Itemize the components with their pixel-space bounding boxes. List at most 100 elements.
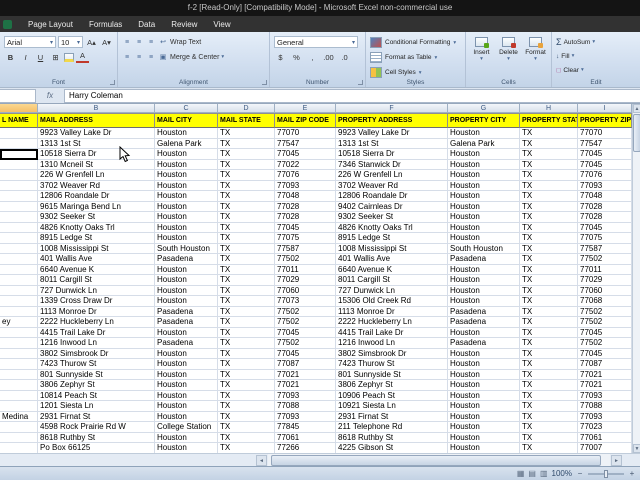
cell-r13c7[interactable]: Pasadena — [448, 254, 520, 265]
cell-r5c7[interactable]: Houston — [448, 170, 520, 181]
field-header-cell[interactable]: PROPERTY CITY — [448, 113, 520, 128]
cell-r3c6[interactable]: 10518 Sierra Dr — [336, 149, 448, 160]
cell-r1c9[interactable]: 77070 — [578, 128, 632, 139]
cell-r12c6[interactable]: 1008 Mississippi St — [336, 243, 448, 254]
cell-r13c2[interactable]: 401 Wallis Ave — [38, 254, 155, 265]
align-left-button[interactable]: ≡ — [122, 54, 132, 61]
cell-r11c9[interactable]: 77075 — [578, 233, 632, 244]
cell-r10c5[interactable]: 77045 — [275, 222, 336, 233]
autosum-button[interactable]: Σ AutoSum ▾ — [556, 35, 636, 49]
cell-r25c4[interactable]: TX — [218, 380, 275, 391]
cell-r17c1[interactable] — [0, 296, 38, 307]
cell-r18c3[interactable]: Pasadena — [155, 306, 218, 317]
cell-r6c2[interactable]: 3702 Weaver Rd — [38, 180, 155, 191]
cell-r4c5[interactable]: 77022 — [275, 159, 336, 170]
cell-r10c6[interactable]: 4826 Knotty Oaks Trl — [336, 222, 448, 233]
cell-r12c3[interactable]: South Houston — [155, 243, 218, 254]
name-box[interactable] — [0, 88, 36, 103]
cell-r24c8[interactable]: TX — [520, 369, 578, 380]
cell-r28c4[interactable]: TX — [218, 411, 275, 422]
cell-r9c3[interactable]: Houston — [155, 212, 218, 223]
fill-button[interactable]: ↓ Fill ▾ — [556, 49, 636, 63]
cell-r18c6[interactable]: 1113 Monroe Dr — [336, 306, 448, 317]
cell-r29c9[interactable]: 77023 — [578, 422, 632, 433]
wrap-text-button[interactable]: Wrap Text — [170, 39, 201, 46]
cell-r6c7[interactable]: Houston — [448, 180, 520, 191]
cell-r2c4[interactable]: TX — [218, 138, 275, 149]
cell-r5c8[interactable]: TX — [520, 170, 578, 181]
cell-r30c2[interactable]: 8618 Ruthby St — [38, 432, 155, 443]
column-header-C[interactable]: C — [155, 104, 218, 112]
cell-styles-button[interactable]: Cell Styles ▾ — [370, 65, 461, 80]
column-header-G[interactable]: G — [448, 104, 520, 112]
cell-r24c9[interactable]: 77021 — [578, 369, 632, 380]
cell-r23c8[interactable]: TX — [520, 359, 578, 370]
number-format-button-4[interactable]: .0 — [338, 51, 351, 63]
cell-r28c7[interactable]: Houston — [448, 411, 520, 422]
cell-r30c5[interactable]: 77061 — [275, 432, 336, 443]
column-header-I[interactable]: I — [578, 104, 632, 112]
cell-r21c3[interactable]: Pasadena — [155, 338, 218, 349]
field-header-cell[interactable]: PROPERTY ADDRESS — [336, 113, 448, 128]
cell-r2c6[interactable]: 1313 1st St — [336, 138, 448, 149]
cell-r16c7[interactable]: Houston — [448, 285, 520, 296]
align-bottom-button[interactable]: ≡ — [146, 39, 156, 46]
cell-r22c8[interactable]: TX — [520, 348, 578, 359]
cell-r18c9[interactable]: 77502 — [578, 306, 632, 317]
cell-r9c5[interactable]: 77028 — [275, 212, 336, 223]
cell-r22c6[interactable]: 3802 Simsbrook Dr — [336, 348, 448, 359]
cell-r4c1[interactable] — [0, 159, 38, 170]
cell-r19c7[interactable]: Pasadena — [448, 317, 520, 328]
cell-r26c4[interactable]: TX — [218, 390, 275, 401]
cell-r11c3[interactable]: Houston — [155, 233, 218, 244]
cell-r28c5[interactable]: 77093 — [275, 411, 336, 422]
cell-r8c8[interactable]: TX — [520, 201, 578, 212]
cell-r17c5[interactable]: 77073 — [275, 296, 336, 307]
cell-r14c7[interactable]: Houston — [448, 264, 520, 275]
cell-r9c7[interactable]: Houston — [448, 212, 520, 223]
cell-r9c4[interactable]: TX — [218, 212, 275, 223]
cell-r7c7[interactable]: Houston — [448, 191, 520, 202]
cell-r29c5[interactable]: 77845 — [275, 422, 336, 433]
cell-r5c1[interactable] — [0, 170, 38, 181]
cell-r21c7[interactable]: Pasadena — [448, 338, 520, 349]
cell-r13c9[interactable]: 77502 — [578, 254, 632, 265]
cell-r31c1[interactable] — [0, 443, 38, 453]
cell-r3c7[interactable]: Houston — [448, 149, 520, 160]
cell-r12c1[interactable] — [0, 243, 38, 254]
font-family-select[interactable]: Arial ▾ — [4, 36, 56, 48]
cell-r9c2[interactable]: 9302 Seeker St — [38, 212, 155, 223]
cell-r6c6[interactable]: 3702 Weaver Rd — [336, 180, 448, 191]
cell-r20c2[interactable]: 4415 Trail Lake Dr — [38, 327, 155, 338]
cell-r5c9[interactable]: 77076 — [578, 170, 632, 181]
cell-r28c6[interactable]: 2931 Firnat St — [336, 411, 448, 422]
cell-r2c2[interactable]: 1313 1st St — [38, 138, 155, 149]
cell-r3c1[interactable] — [0, 149, 38, 160]
cell-r27c3[interactable]: Houston — [155, 401, 218, 412]
cell-r7c3[interactable]: Houston — [155, 191, 218, 202]
cell-r6c3[interactable]: Houston — [155, 180, 218, 191]
cell-r1c7[interactable]: Houston — [448, 128, 520, 139]
cell-r2c7[interactable]: Galena Park — [448, 138, 520, 149]
clear-button[interactable]: ◻ Clear ▾ — [556, 63, 636, 77]
cell-r14c2[interactable]: 6640 Avenue K — [38, 264, 155, 275]
font-size-select[interactable]: 10 ▾ — [58, 36, 83, 48]
field-header-cell[interactable]: MAIL CITY — [155, 113, 218, 128]
cell-r4c6[interactable]: 7346 Stanwick Dr — [336, 159, 448, 170]
delete-button[interactable]: Delete ▾ — [497, 35, 520, 62]
cell-r25c5[interactable]: 77021 — [275, 380, 336, 391]
cell-r12c7[interactable]: South Houston — [448, 243, 520, 254]
cell-r2c5[interactable]: 77547 — [275, 138, 336, 149]
cell-r28c8[interactable]: TX — [520, 411, 578, 422]
cell-r29c8[interactable]: TX — [520, 422, 578, 433]
cell-r20c8[interactable]: TX — [520, 327, 578, 338]
cell-r16c5[interactable]: 77060 — [275, 285, 336, 296]
cell-r15c1[interactable] — [0, 275, 38, 286]
cell-r11c5[interactable]: 77075 — [275, 233, 336, 244]
cell-r14c3[interactable]: Houston — [155, 264, 218, 275]
cell-r14c1[interactable] — [0, 264, 38, 275]
insert-button[interactable]: Insert ▾ — [470, 35, 493, 62]
cell-r25c9[interactable]: 77021 — [578, 380, 632, 391]
cell-r15c8[interactable]: TX — [520, 275, 578, 286]
scroll-down-icon[interactable]: ▼ — [633, 444, 640, 453]
